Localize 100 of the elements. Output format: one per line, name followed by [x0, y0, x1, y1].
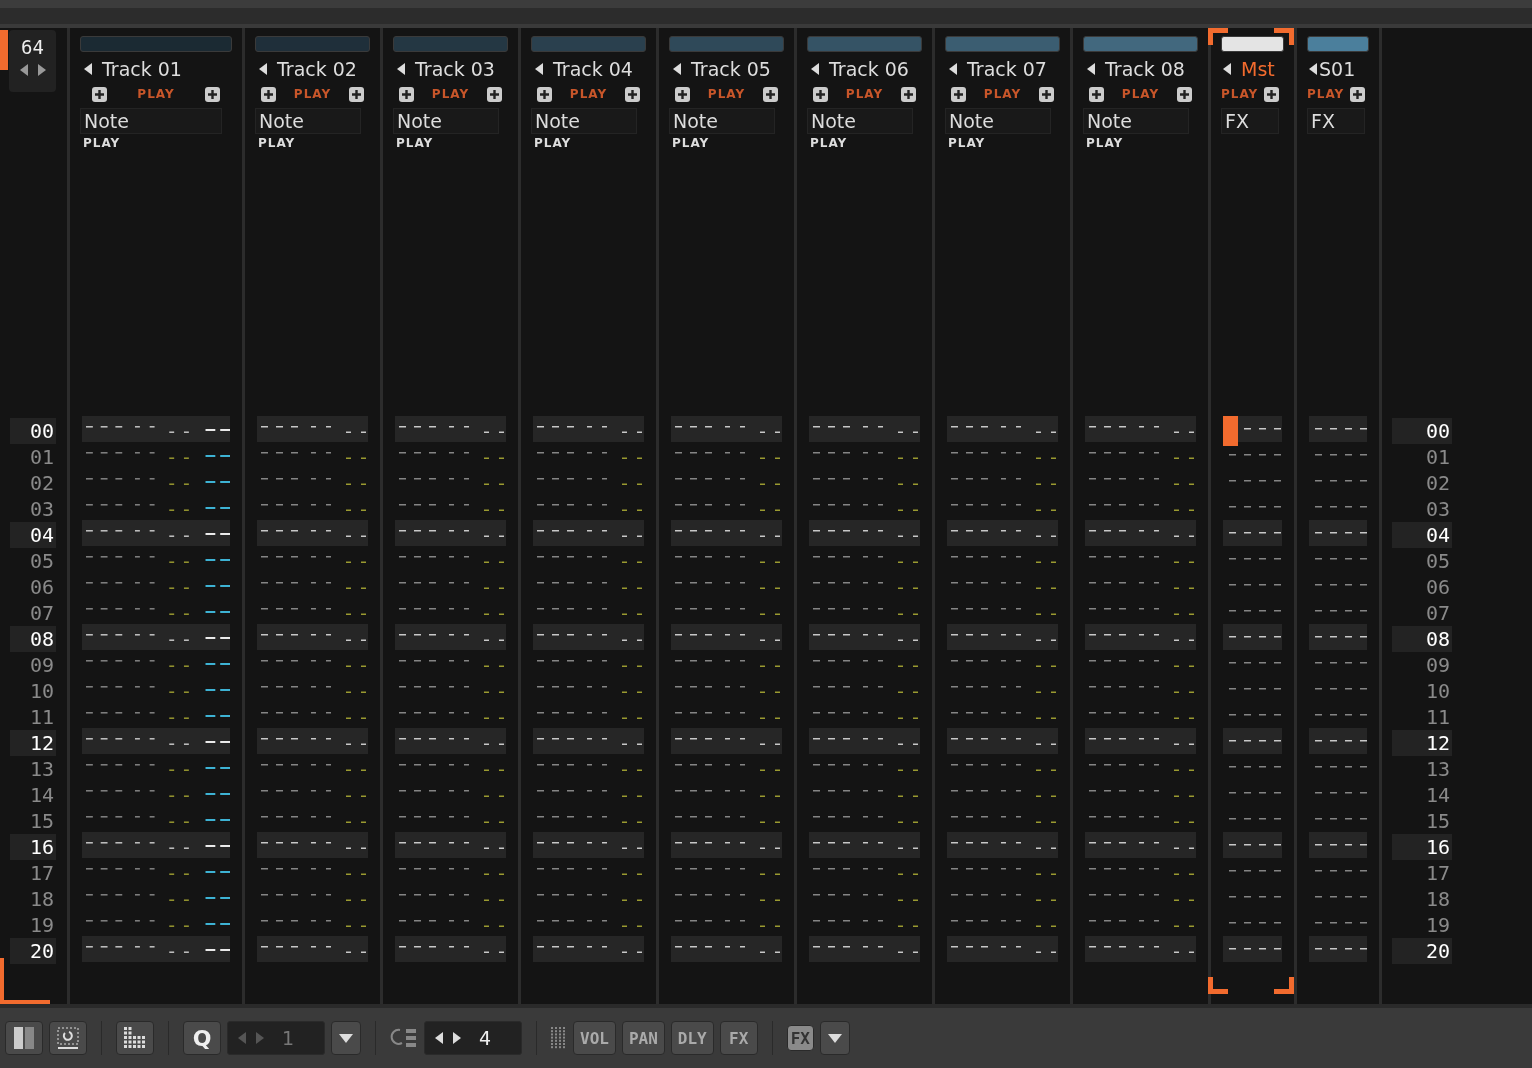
pattern-row[interactable]	[809, 832, 920, 858]
add-column-icon[interactable]	[536, 86, 552, 102]
track-name[interactable]: Track 07	[967, 58, 1047, 80]
track-name[interactable]: Track 05	[691, 58, 771, 80]
pattern-row[interactable]	[809, 624, 920, 650]
track-name[interactable]: S01	[1319, 58, 1356, 80]
track-state-label[interactable]: PLAY	[569, 87, 608, 101]
highlight-lines-field[interactable]: 4	[424, 1021, 522, 1055]
pattern-row[interactable]	[395, 416, 506, 442]
pattern-row[interactable]	[533, 520, 644, 546]
track-state-label[interactable]: PLAY	[137, 87, 175, 101]
pattern-row[interactable]	[533, 832, 644, 858]
pattern-row[interactable]	[257, 624, 368, 650]
pattern-row[interactable]	[1309, 936, 1367, 962]
arrow-right-icon[interactable]	[37, 64, 46, 76]
pattern-row[interactable]	[395, 624, 506, 650]
add-column-icon[interactable]	[1039, 86, 1055, 102]
dropdown-button[interactable]	[331, 1021, 361, 1055]
pattern-row[interactable]	[395, 936, 506, 962]
add-column-icon[interactable]	[763, 86, 779, 102]
arrow-left-icon[interactable]	[19, 64, 28, 76]
pattern-row[interactable]	[1085, 520, 1196, 546]
pattern-row[interactable]	[533, 416, 644, 442]
pattern-row[interactable]	[1085, 728, 1196, 754]
track-state-label[interactable]: PLAY	[707, 87, 746, 101]
add-column-icon[interactable]	[674, 86, 690, 102]
add-column-icon[interactable]	[260, 86, 276, 102]
pattern-row[interactable]	[671, 936, 782, 962]
track-state-label[interactable]: PLAY	[845, 87, 884, 101]
pattern-row[interactable]	[395, 520, 506, 546]
pattern-row[interactable]	[1309, 728, 1367, 754]
track-state-label[interactable]: PLAY	[1121, 87, 1160, 101]
column-toggle-button[interactable]: VOL	[573, 1021, 616, 1055]
collapse-icon[interactable]	[949, 63, 957, 75]
collapse-icon[interactable]	[535, 63, 543, 75]
column-toggle-button[interactable]: FX	[719, 1021, 758, 1055]
pattern-matrix-button[interactable]	[116, 1021, 154, 1055]
track-name[interactable]: Track 01	[102, 58, 182, 80]
add-column-icon[interactable]	[398, 86, 414, 102]
pattern-row[interactable]	[82, 520, 230, 546]
quantize-button[interactable]: Q	[183, 1021, 221, 1055]
add-column-icon[interactable]	[204, 86, 220, 102]
add-column-icon[interactable]	[812, 86, 828, 102]
add-column-icon[interactable]	[1264, 86, 1280, 102]
track-state-label[interactable]: PLAY	[1221, 87, 1259, 101]
pattern-row[interactable]	[257, 416, 368, 442]
add-column-icon[interactable]	[1088, 86, 1104, 102]
pattern-row[interactable]	[257, 520, 368, 546]
track-name[interactable]: Track 04	[553, 58, 633, 80]
pattern-row[interactable]	[671, 520, 782, 546]
add-column-icon[interactable]	[950, 86, 966, 102]
pattern-row[interactable]	[533, 936, 644, 962]
track-name[interactable]: Mst	[1241, 58, 1275, 80]
pattern-row[interactable]	[1223, 832, 1282, 858]
pattern-row[interactable]	[257, 728, 368, 754]
pattern-row[interactable]	[533, 728, 644, 754]
pattern-row[interactable]	[671, 416, 782, 442]
add-column-icon[interactable]	[487, 86, 503, 102]
pattern-row[interactable]	[82, 936, 230, 962]
pattern-row[interactable]	[671, 728, 782, 754]
collapse-icon[interactable]	[84, 63, 92, 75]
collapse-icon[interactable]	[1309, 63, 1317, 75]
pattern-row[interactable]	[671, 832, 782, 858]
pattern-row[interactable]	[1223, 936, 1282, 962]
track-state-label[interactable]: PLAY	[293, 87, 332, 101]
pattern-row[interactable]	[947, 936, 1058, 962]
pattern-row[interactable]	[395, 832, 506, 858]
fx-toggle-button[interactable]: FX	[786, 1025, 814, 1051]
pattern-length-field[interactable]: 64	[9, 30, 56, 92]
pattern-row[interactable]	[947, 624, 1058, 650]
follow-button[interactable]	[49, 1021, 87, 1055]
pattern-row[interactable]	[1309, 416, 1367, 442]
pattern-row[interactable]	[809, 728, 920, 754]
pattern-row[interactable]	[1223, 728, 1282, 754]
collapse-icon[interactable]	[1087, 63, 1095, 75]
column-toggle-button[interactable]: DLY	[670, 1021, 714, 1055]
add-column-icon[interactable]	[1177, 86, 1193, 102]
pattern-row[interactable]	[1085, 416, 1196, 442]
collapse-icon[interactable]	[259, 63, 267, 75]
collapse-icon[interactable]	[811, 63, 819, 75]
pattern-row[interactable]	[1309, 832, 1367, 858]
add-column-icon[interactable]	[901, 86, 917, 102]
pattern-row[interactable]	[1085, 832, 1196, 858]
track-name[interactable]: Track 03	[415, 58, 495, 80]
panel-toggle-button[interactable]	[5, 1021, 43, 1055]
arrow-left-icon[interactable]	[435, 1032, 443, 1044]
pattern-row[interactable]	[533, 624, 644, 650]
arrow-right-icon[interactable]	[453, 1032, 461, 1044]
pattern-row[interactable]	[257, 832, 368, 858]
pattern-row[interactable]	[809, 520, 920, 546]
track-name[interactable]: Track 06	[829, 58, 909, 80]
pattern-row[interactable]	[1223, 624, 1282, 650]
pattern-row[interactable]	[395, 728, 506, 754]
column-toggle-button[interactable]: PAN	[621, 1021, 665, 1055]
pattern-row[interactable]	[671, 624, 782, 650]
pattern-row[interactable]	[1085, 936, 1196, 962]
pattern-row[interactable]	[1309, 520, 1367, 546]
pattern-row[interactable]	[809, 936, 920, 962]
collapse-icon[interactable]	[1223, 63, 1231, 75]
pattern-row[interactable]	[947, 416, 1058, 442]
